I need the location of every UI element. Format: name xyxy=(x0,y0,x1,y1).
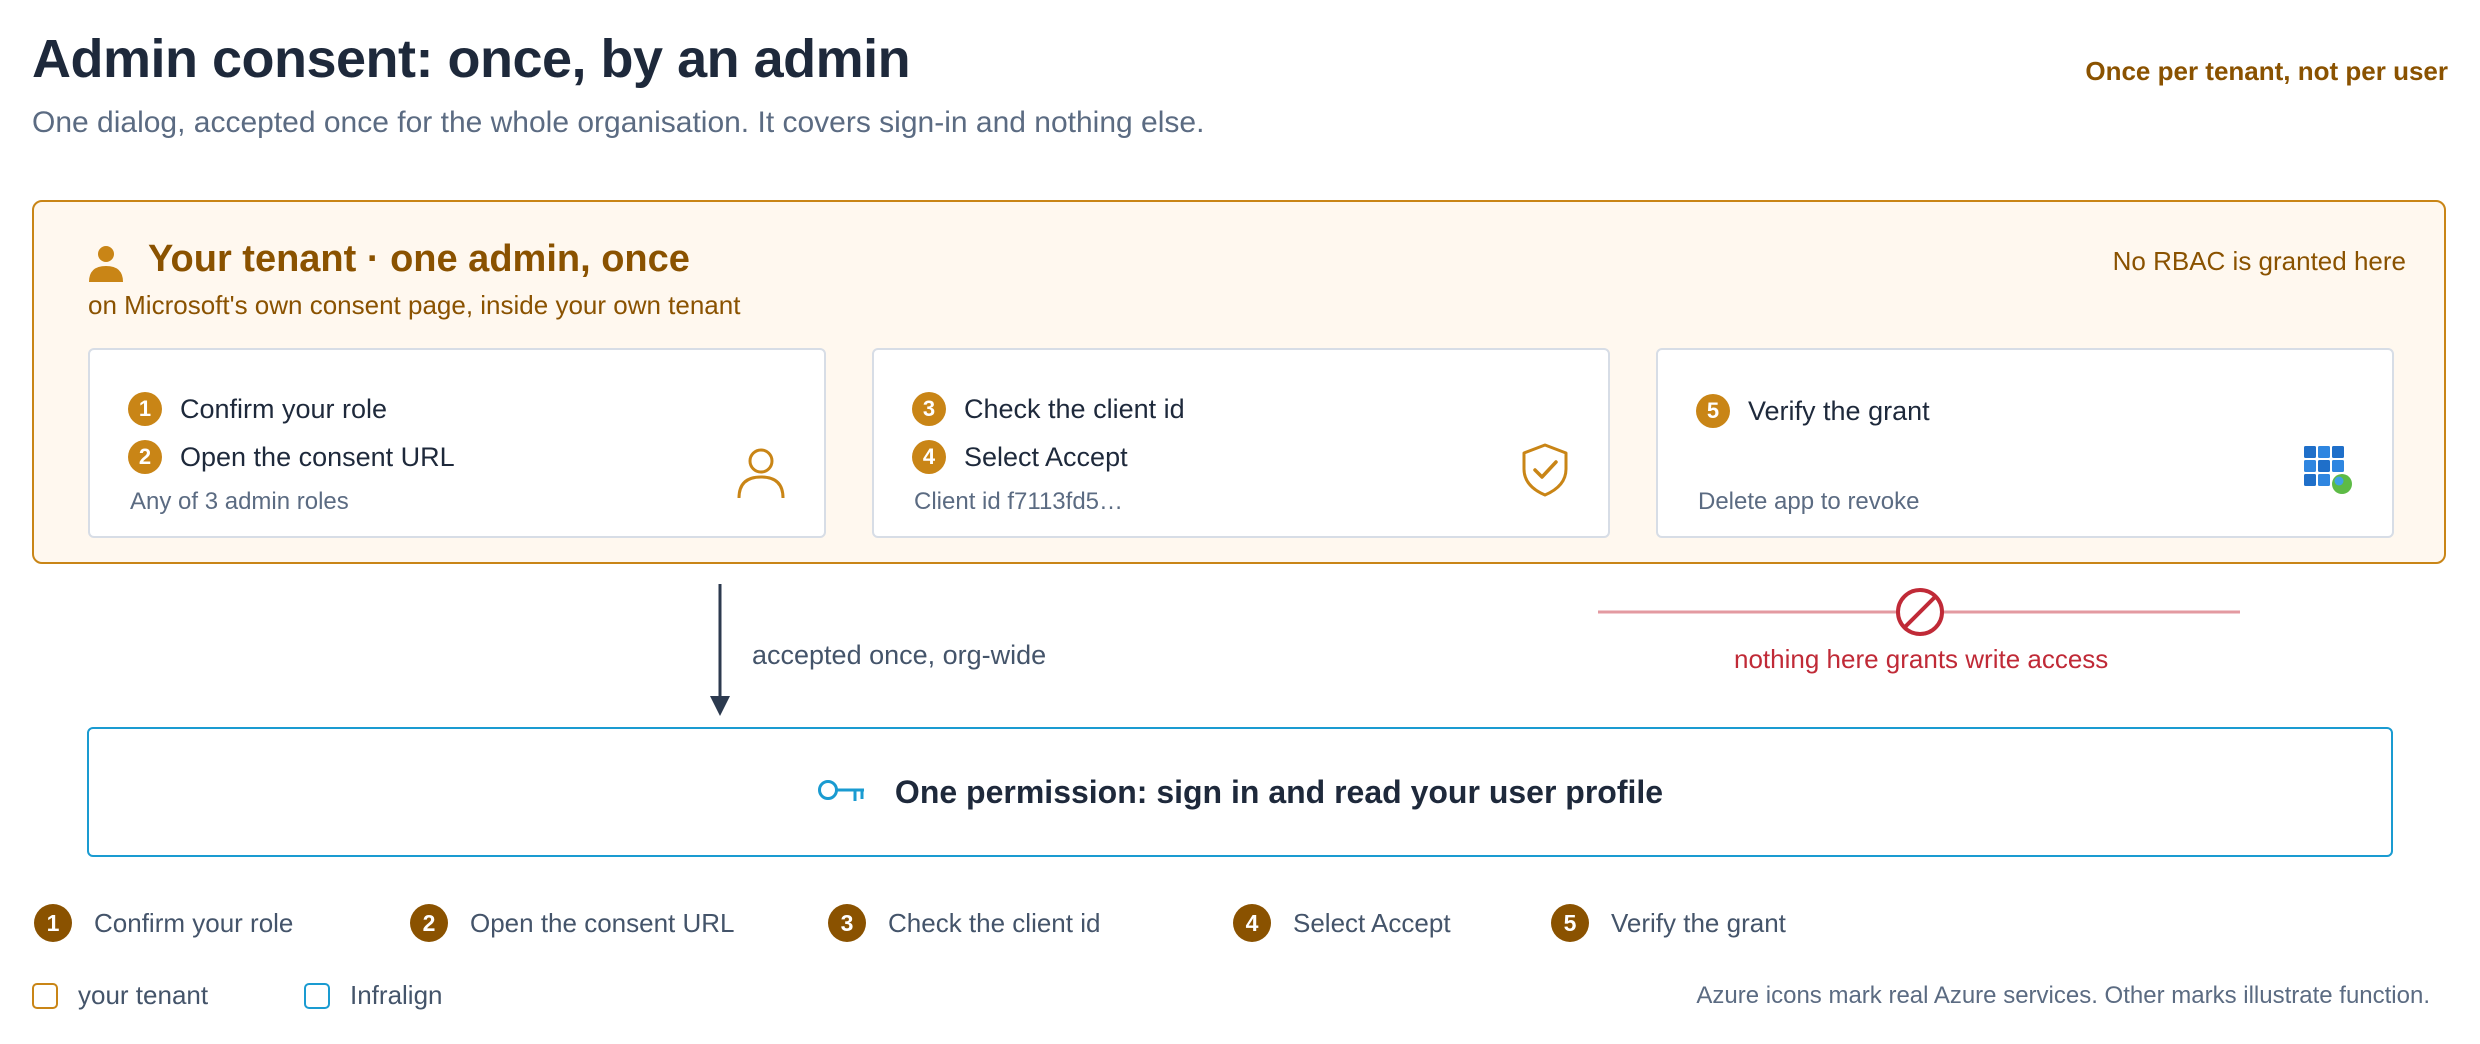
card-note: Any of 3 admin roles xyxy=(130,488,349,515)
footnote: Azure icons mark real Azure services. Ot… xyxy=(1696,982,2430,1009)
legend-step-number: 1 xyxy=(34,904,72,942)
legend-step: 4 Select Accept xyxy=(1233,904,1451,942)
step-number: 4 xyxy=(912,440,946,474)
step-card-role: 1 Confirm your role 2 Open the consent U… xyxy=(88,348,826,538)
legend-step-number: 3 xyxy=(828,904,866,942)
step-label: Confirm your role xyxy=(180,393,388,424)
permission-box: One permission: sign in and read your us… xyxy=(87,727,2393,857)
user-outline-icon xyxy=(737,448,785,499)
step-label: Verify the grant xyxy=(1748,395,1930,426)
step-label: Open the consent URL xyxy=(180,441,455,472)
step-row: 4 Select Accept xyxy=(912,440,1128,474)
step-label: Check the client id xyxy=(964,393,1185,424)
permission-text: One permission: sign in and read your us… xyxy=(894,773,1664,810)
legend-step-label: Select Accept xyxy=(1293,907,1451,938)
down-arrow-icon xyxy=(710,584,730,716)
legend-swatch-tenant: your tenant xyxy=(32,980,208,1011)
page-title: Admin consent: once, by an admin xyxy=(32,29,911,89)
rbac-note: No RBAC is granted here xyxy=(2112,246,2406,276)
legend-step: 2 Open the consent URL xyxy=(410,904,735,942)
swatch-label: Infralign xyxy=(350,980,443,1010)
shield-check-icon xyxy=(1522,443,1568,497)
swatch-box xyxy=(32,982,58,1009)
step-row: 5 Verify the grant xyxy=(1696,394,1930,428)
frequency-badge: Once per tenant, not per user xyxy=(2085,56,2448,86)
legend-step: 3 Check the client id xyxy=(828,904,1100,942)
step-label: Select Accept xyxy=(964,441,1128,472)
step-card-verify: 5 Verify the grant Delete app to revoke xyxy=(1656,348,2394,538)
step-row: 2 Open the consent URL xyxy=(128,440,455,474)
key-icon xyxy=(817,780,864,801)
swatch-label: your tenant xyxy=(78,980,209,1010)
step-number: 1 xyxy=(128,392,162,426)
step-number: 3 xyxy=(912,392,946,426)
legend-step-label: Confirm your role xyxy=(94,907,294,938)
swatch-box xyxy=(304,982,330,1009)
step-number: 2 xyxy=(128,440,162,474)
step-number: 5 xyxy=(1696,394,1730,428)
legend-step-label: Check the client id xyxy=(888,907,1101,938)
legend-step-number: 5 xyxy=(1551,904,1589,942)
legend-step-label: Open the consent URL xyxy=(470,907,735,938)
card-note: Client id f7113fd5… xyxy=(914,488,1124,515)
card-note: Delete app to revoke xyxy=(1698,488,1920,515)
step-row: 1 Confirm your role xyxy=(128,392,387,426)
tenant-title: Your tenant · one admin, once xyxy=(148,238,690,280)
legend-step: 1 Confirm your role xyxy=(34,904,293,942)
page-subtitle: One dialog, accepted once for the whole … xyxy=(32,106,1205,139)
tenant-subtitle: on Microsoft's own consent page, inside … xyxy=(88,290,741,320)
legend-step: 5 Verify the grant xyxy=(1551,904,1786,942)
legend-step-number: 2 xyxy=(410,904,448,942)
azure-enterprise-apps-icon xyxy=(2304,446,2352,494)
legend-swatch-infralign: Infralign xyxy=(304,980,443,1011)
legend-step-label: Verify the grant xyxy=(1611,907,1786,938)
no-access-icon xyxy=(1598,588,2240,636)
deny-label: nothing here grants write access xyxy=(1734,644,2109,674)
step-row: 3 Check the client id xyxy=(912,392,1185,426)
tenant-panel: Your tenant · one admin, once on Microso… xyxy=(32,200,2446,564)
arrow-label: accepted once, org-wide xyxy=(752,640,1047,670)
step-card-client: 3 Check the client id 4 Select Accept Cl… xyxy=(872,348,1610,538)
legend-step-number: 4 xyxy=(1233,904,1271,942)
user-filled-icon xyxy=(89,246,123,282)
